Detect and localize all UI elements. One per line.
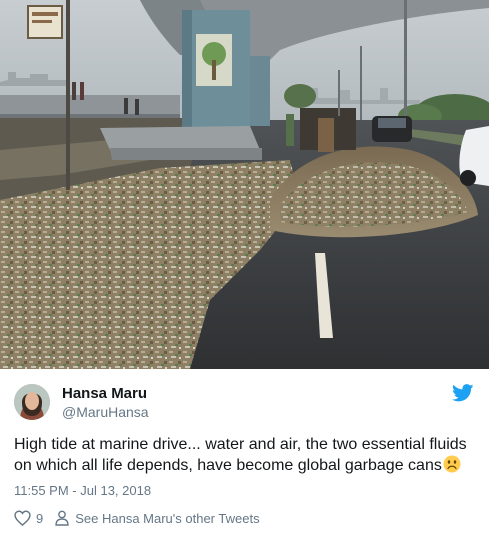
avatar[interactable] — [14, 384, 50, 420]
frowning-face-icon — [443, 455, 461, 473]
tweet-text: High tide at marine drive... water and a… — [14, 434, 480, 476]
person-icon[interactable] — [55, 510, 69, 526]
tweet-text-body: High tide at marine drive... water and a… — [14, 436, 467, 474]
like-count: 9 — [36, 510, 44, 526]
twitter-bird-icon[interactable] — [452, 384, 474, 402]
heart-icon[interactable] — [14, 510, 31, 526]
user-handle[interactable]: @MaruHansa — [62, 404, 149, 420]
tweet-photo[interactable] — [0, 0, 489, 369]
avatar-photo — [14, 384, 50, 420]
other-tweets-link[interactable]: See Hansa Maru's other Tweets — [75, 511, 259, 526]
tweet-actions: 9 See Hansa Maru's other Tweets — [14, 509, 260, 527]
tweet-timestamp[interactable]: 11:55 PM - Jul 13, 2018 — [14, 483, 151, 498]
photo-scene — [0, 0, 489, 369]
tweet-card: Hansa Maru @MaruHansa High tide at marin… — [0, 0, 489, 538]
display-name[interactable]: Hansa Maru — [62, 385, 147, 402]
